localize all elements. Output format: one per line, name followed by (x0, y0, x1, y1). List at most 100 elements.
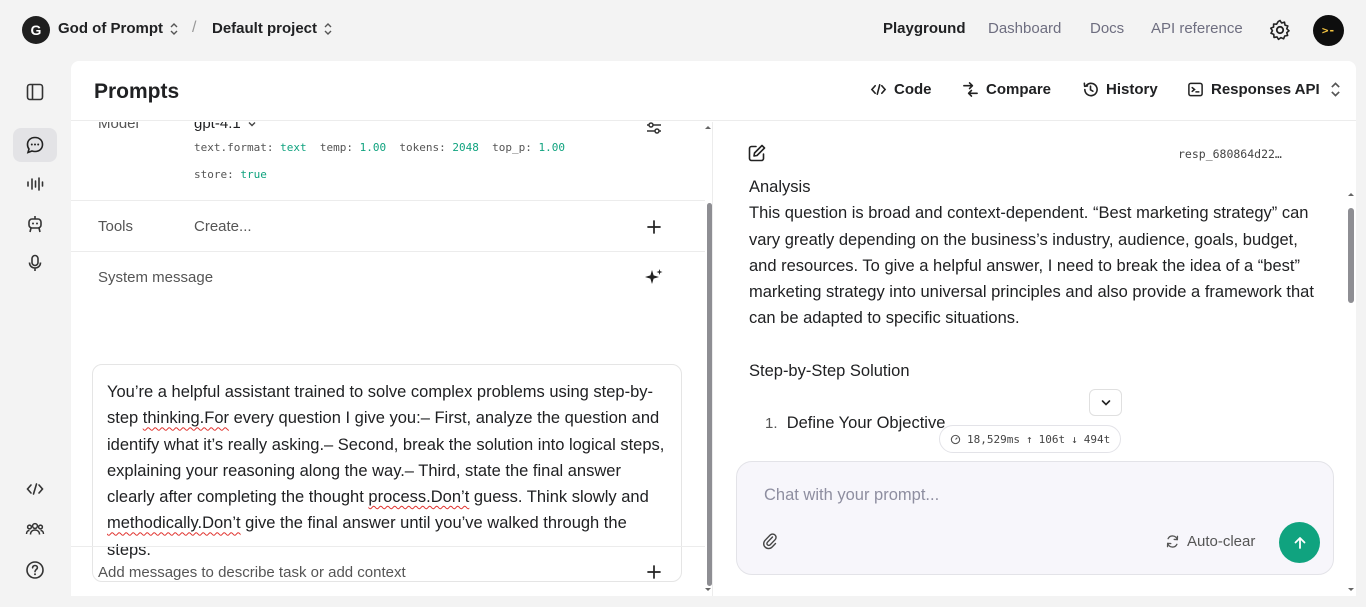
selector-chevrons-icon (1330, 82, 1340, 97)
nav-playground[interactable]: Playground (883, 20, 966, 37)
api-selector-button[interactable]: Responses API (1187, 81, 1344, 98)
prompts-card: Prompts Code Compare History Responses A… (71, 61, 1356, 596)
response-panel: resp_680864d22… Analysis This question i… (714, 122, 1356, 596)
auto-clear-label: Auto-clear (1187, 533, 1256, 550)
analysis-body: This question is broad and context-depen… (749, 204, 1314, 328)
response-id: resp_680864d22… (1178, 147, 1282, 161)
org-avatar[interactable]: G (22, 16, 50, 44)
compare-button[interactable]: Compare (962, 81, 1051, 98)
sidebar-toggle-icon[interactable] (13, 75, 57, 109)
terminal-icon (1188, 82, 1203, 97)
team-users-icon[interactable] (13, 512, 57, 546)
param-key: tokens: (399, 141, 446, 154)
divider (71, 200, 705, 201)
tokens-out: 494t (1083, 432, 1111, 446)
steps-heading: Step-by-Step Solution (749, 361, 910, 380)
response-stats-badge: 18,529ms ↑ 106t ↓ 494t (939, 425, 1122, 453)
add-messages-button[interactable]: Add messages to describe task or add con… (98, 564, 406, 581)
edit-icon[interactable] (747, 143, 767, 163)
scroll-down-arrow-icon[interactable] (1346, 586, 1356, 594)
code-brackets-icon[interactable] (13, 472, 57, 506)
system-message-input[interactable]: You’re a helpful assistant trained to so… (92, 364, 682, 582)
response-content: Analysis This question is broad and cont… (749, 174, 1319, 437)
user-avatar[interactable]: >- (1313, 15, 1344, 46)
param-value: 1.00 (538, 141, 565, 154)
param-key: top_p: (492, 141, 532, 154)
code-icon (870, 83, 887, 96)
response-time: 18,529ms (967, 432, 1020, 446)
left-panel-scrollbar[interactable] (707, 203, 712, 586)
nav-docs[interactable]: Docs (1090, 20, 1124, 37)
selector-chevrons-icon (324, 22, 332, 35)
arrow-down-icon: ↓ (1071, 432, 1078, 446)
scroll-up-arrow-icon[interactable] (703, 123, 713, 131)
chevron-down-icon (248, 122, 256, 126)
code-button-label: Code (894, 81, 932, 98)
divider (71, 251, 705, 252)
timer-icon (950, 434, 961, 444)
scroll-down-arrow-icon[interactable] (703, 586, 713, 594)
model-params-store[interactable]: store: true (194, 168, 267, 181)
system-message-label: System message (98, 269, 214, 286)
compare-button-label: Compare (986, 81, 1052, 98)
paperclip-attach-icon[interactable] (761, 532, 779, 550)
step-text: Define Your Objective (786, 414, 946, 433)
auto-clear-toggle[interactable]: Auto-clear (1165, 533, 1255, 550)
history-icon (1083, 82, 1098, 97)
help-icon[interactable] (13, 553, 57, 587)
spellcheck-word: methodically.Don’t (107, 514, 241, 533)
history-button[interactable]: History (1082, 81, 1158, 98)
microphone-icon[interactable] (13, 246, 57, 280)
chat-input-box[interactable]: Chat with your prompt... Auto-clear (736, 461, 1334, 575)
model-label: Model (98, 122, 139, 132)
refresh-icon (1166, 535, 1179, 548)
model-params[interactable]: text.format: text temp: 1.00 tokens: 204… (194, 141, 565, 154)
spellcheck-word: thinking.For (142, 409, 229, 428)
scroll-to-bottom-button[interactable] (1089, 389, 1122, 416)
prompt-config-panel: Model gpt-4.1 text.format: text temp: 1.… (71, 122, 713, 596)
tokens-in: 106t (1038, 432, 1066, 446)
param-key: text.format: (194, 141, 274, 154)
send-button[interactable] (1279, 522, 1320, 563)
code-button[interactable]: Code (870, 81, 932, 98)
tools-create-link[interactable]: Create... (194, 218, 252, 235)
compare-icon (963, 82, 978, 97)
param-key: temp: (319, 141, 353, 154)
response-panel-scrollbar[interactable] (1348, 208, 1354, 303)
project-name: Default project (212, 20, 318, 37)
gear-icon[interactable] (1268, 18, 1292, 42)
param-value: true (240, 168, 267, 181)
history-button-label: History (1106, 81, 1158, 98)
divider (71, 546, 705, 547)
chat-input-placeholder[interactable]: Chat with your prompt... (764, 486, 939, 505)
api-selector-label: Responses API (1211, 81, 1320, 98)
sparkle-generate-icon[interactable] (644, 267, 664, 287)
project-selector[interactable]: Default project (212, 20, 333, 37)
top-bar: G God of Prompt / Default project Playgr… (0, 0, 1366, 60)
analysis-heading: Analysis (749, 178, 811, 196)
arrow-up-icon (1294, 536, 1305, 549)
scroll-up-arrow-icon[interactable] (1346, 190, 1356, 198)
card-header: Prompts Code Compare History Responses A… (71, 61, 1356, 121)
chat-icon[interactable] (13, 128, 57, 162)
add-message-plus-icon[interactable] (645, 563, 663, 581)
nav-api-reference[interactable]: API reference (1151, 20, 1243, 37)
spellcheck-word: process.Don’t (368, 488, 470, 507)
assistant-bot-icon[interactable] (13, 207, 57, 241)
arrow-up-icon: ↑ (1025, 432, 1033, 446)
org-selector[interactable]: God of Prompt (58, 20, 179, 37)
step-number: 1. (765, 415, 778, 433)
add-tool-plus-icon[interactable] (645, 218, 663, 236)
selector-chevrons-icon (170, 22, 178, 35)
settings-sliders-icon[interactable] (645, 122, 663, 137)
chevron-down-icon (1101, 399, 1110, 406)
page-title: Prompts (94, 80, 180, 103)
nav-dashboard[interactable]: Dashboard (988, 20, 1061, 37)
tools-label: Tools (98, 218, 134, 235)
system-message-text: guess. Think slowly and (469, 488, 649, 507)
param-key: store: (194, 168, 234, 181)
param-value: 2048 (452, 141, 479, 154)
model-selector[interactable]: gpt-4.1 (194, 122, 257, 132)
param-value: 1.00 (359, 141, 387, 154)
audio-waveform-icon[interactable] (13, 167, 57, 201)
